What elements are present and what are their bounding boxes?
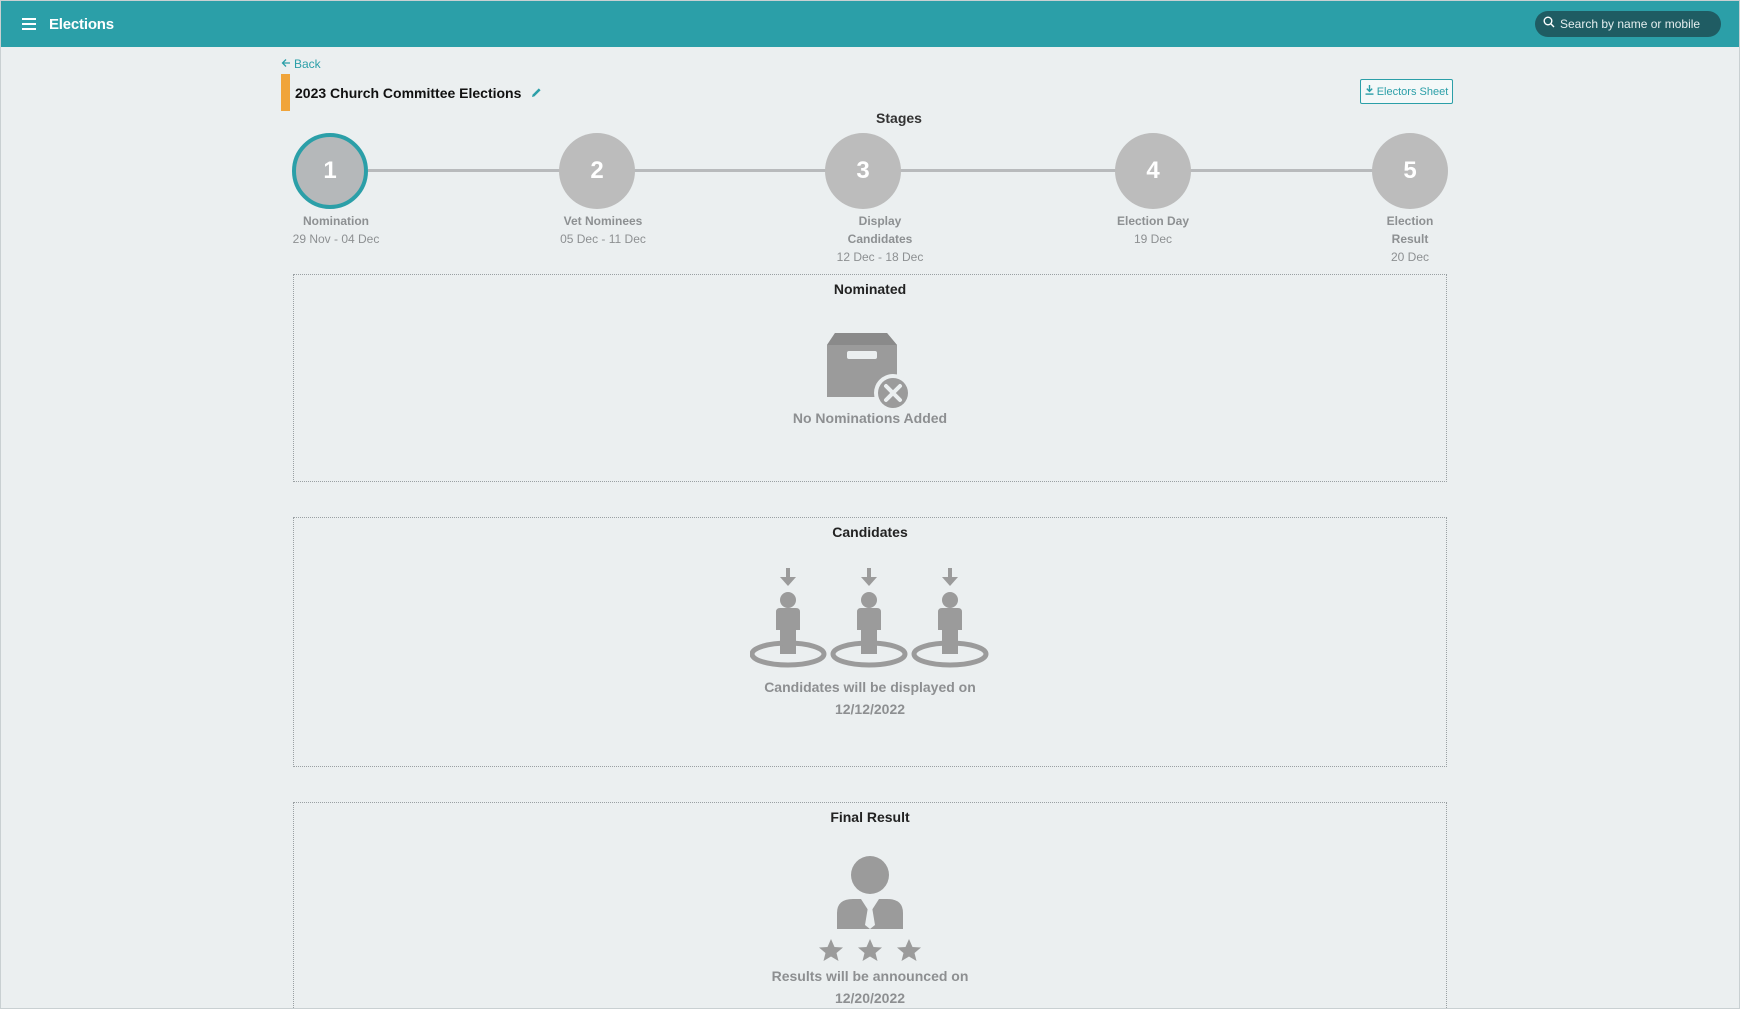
step-date: 20 Dec <box>1390 250 1430 264</box>
step-number: 4 <box>1115 133 1191 209</box>
step-label: Election Result <box>1340 212 1480 248</box>
step-number: 1 <box>292 133 368 209</box>
winner-icon <box>815 855 925 963</box>
candidates-icon <box>749 568 990 668</box>
candidates-panel: Candidates Candidates will be displayed … <box>293 517 1447 767</box>
step-label: Display Candidates <box>847 214 913 246</box>
step-label: Nomination <box>303 214 369 228</box>
step-nomination[interactable]: 1 Nomination 29 Nov - 04 Dec <box>260 133 400 248</box>
panel-title: Nominated <box>833 281 907 297</box>
step-label-line2: Result <box>1391 232 1429 246</box>
final-message-line1: Results will be announced on <box>771 968 969 984</box>
step-number: 3 <box>825 133 901 209</box>
step-label: Vet Nominees <box>563 214 643 228</box>
step-date: 12 Dec - 18 Dec <box>836 250 924 264</box>
step-election-result[interactable]: 5 Election Result 20 Dec <box>1340 133 1480 266</box>
panel-title: Final Result <box>830 809 910 825</box>
candidates-message-line1: Candidates will be displayed on <box>764 679 976 695</box>
step-label: Election Day <box>1116 214 1190 228</box>
step-display-candidates[interactable]: 3 Display Candidates 12 Dec - 18 Dec <box>793 133 933 266</box>
step-date: 19 Dec <box>1133 232 1173 246</box>
step-date: 05 Dec - 11 Dec <box>560 232 646 246</box>
step-date: 29 Nov - 04 Dec <box>292 232 380 246</box>
nominated-panel: Nominated No Nominations Added <box>293 274 1447 482</box>
step-number: 2 <box>559 133 635 209</box>
final-message-date: 12/20/2022 <box>834 990 906 1006</box>
step-election-day[interactable]: 4 Election Day 19 Dec <box>1083 133 1223 248</box>
empty-message: No Nominations Added <box>792 410 948 426</box>
candidates-message-date: 12/12/2022 <box>834 701 906 717</box>
step-number: 5 <box>1372 133 1448 209</box>
final-result-panel: Final Result Results will be announced o… <box>293 802 1447 1009</box>
panel-title: Candidates <box>832 524 908 540</box>
step-vet-nominees[interactable]: 2 Vet Nominees 05 Dec - 11 Dec <box>527 133 667 248</box>
step-label-line1: Election <box>1386 214 1434 228</box>
stages-stepper: 1 Nomination 29 Nov - 04 Dec 2 Vet Nomin… <box>1 1 1739 271</box>
empty-box-icon <box>825 327 915 413</box>
